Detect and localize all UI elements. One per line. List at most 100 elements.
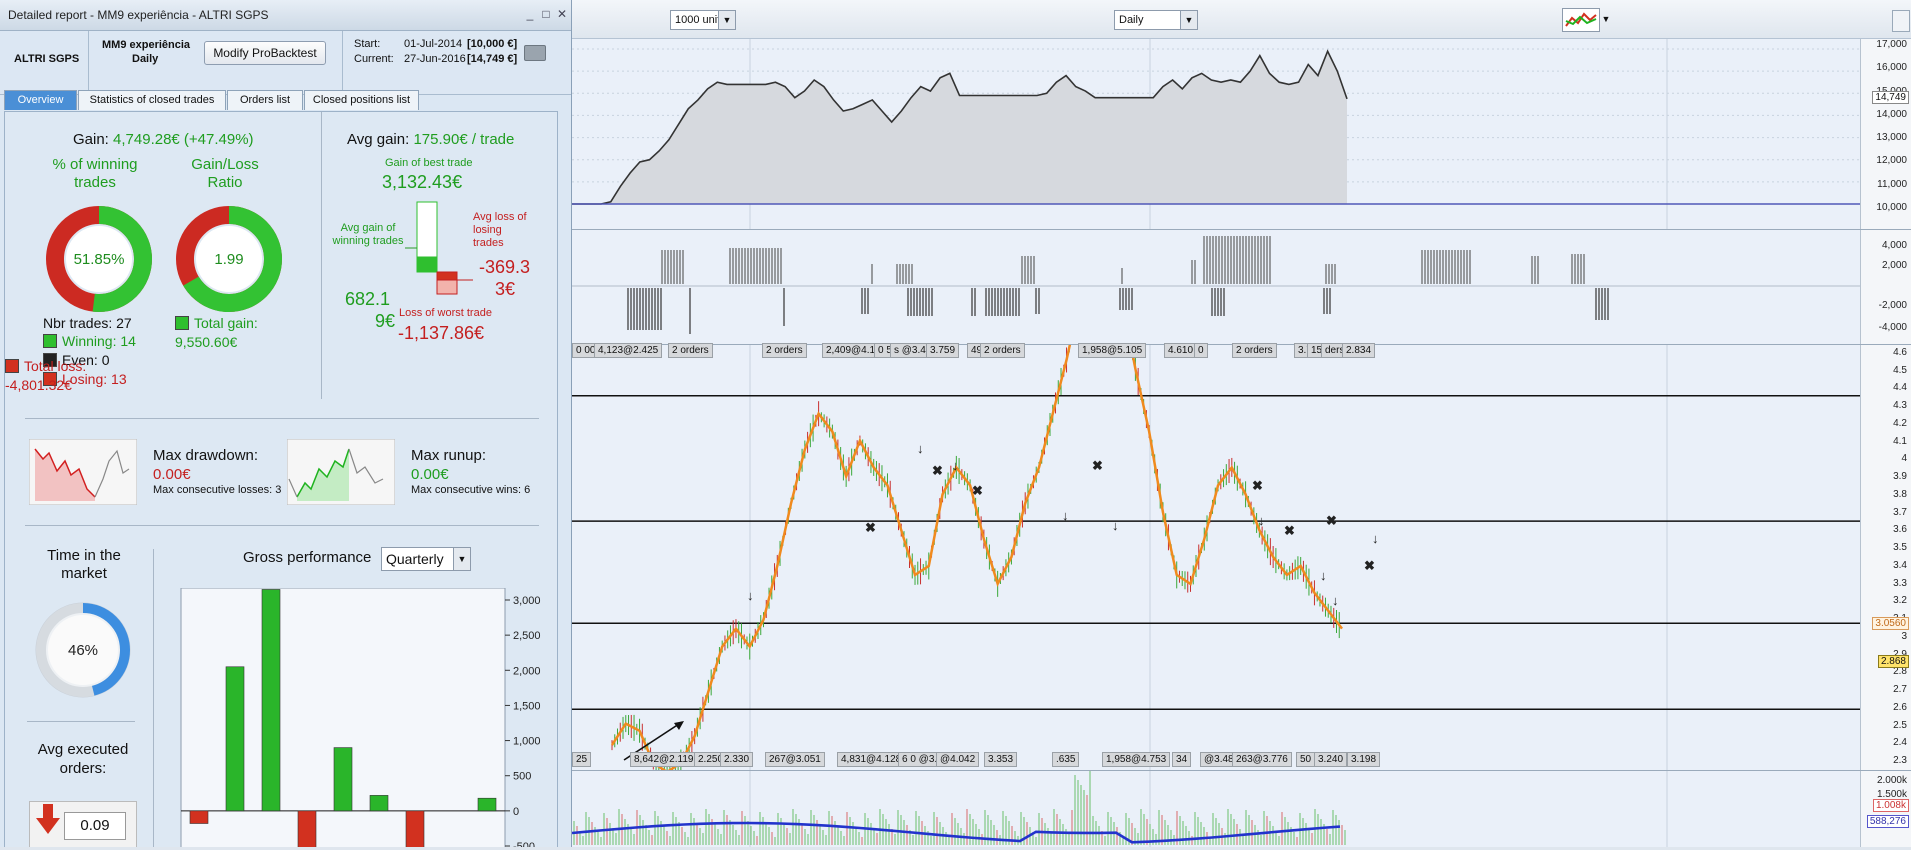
gp-tick-label: 1,500 <box>513 700 541 712</box>
equity-current-marker: 14,749 <box>1872 91 1909 104</box>
equity-tick-label: 10,000 <box>1876 202 1907 213</box>
price-axis: 4.6 4.5 4.4 4.3 4.2 4.1 4 3.9 3.8 3.7 3.6 3.5 3.4 3.3… <box>1860 345 1911 770</box>
total-loss-value: -4,801.32€ <box>5 377 72 393</box>
maximize-icon[interactable]: □ <box>540 8 552 20</box>
drawdown-sparkline <box>29 439 137 505</box>
order-label-bottom: 267@3.051 <box>765 752 825 767</box>
price-marker-last: 2.868 <box>1877 655 1909 668</box>
price-grid <box>749 345 1668 770</box>
print-icon[interactable] <box>524 45 546 61</box>
modify-probacktest-button[interactable]: Modify ProBacktest <box>204 41 326 65</box>
instrument-name: ALTRI SGPS <box>14 53 80 65</box>
price-marker-current: 3.0560 <box>1872 617 1909 630</box>
total-gain-swatch <box>175 316 189 330</box>
positions-tick-label: -2,000 <box>1878 300 1907 311</box>
max-consec-wins: Max consecutive wins: 6 <box>411 484 531 496</box>
order-exit-marker: ✖ <box>1284 523 1295 538</box>
units-select[interactable]: 1000 units ▼ <box>670 10 736 30</box>
separator-3 <box>27 721 135 722</box>
gp-bar <box>369 795 389 812</box>
worst-trade-value: -1,137.86€ <box>398 323 485 343</box>
avg-gain-value: 175.90€ / trade <box>413 131 515 148</box>
period-chevron-icon: ▼ <box>1180 11 1197 29</box>
price-tick-label: 4 <box>1901 453 1907 465</box>
period-select-main[interactable]: Daily ▼ <box>1114 10 1198 30</box>
equity-tick-label: 12,000 <box>1876 155 1907 167</box>
order-label-top: 2 orders <box>1232 343 1277 358</box>
price-tick-label: 4.2 <box>1893 417 1907 429</box>
runup-sparkline <box>287 439 395 505</box>
price-tick-label: 4.1 <box>1893 435 1907 447</box>
order-exit-marker: ✖ <box>1252 478 1263 493</box>
positions-chart <box>572 236 1861 334</box>
tab-statistics[interactable]: Statistics of closed trades <box>78 90 226 110</box>
minimize-icon[interactable]: _ <box>524 8 536 20</box>
start-row: Start: 01-Jul-2014 [10,000 €] <box>354 38 517 50</box>
total-gain-value: 9,550.60€ <box>175 334 238 350</box>
period-select[interactable]: Quarterly ▼ <box>381 547 471 571</box>
gp-tick-label: 3,000 <box>513 595 541 607</box>
order-exit-marker: ✖ <box>1092 458 1103 473</box>
avg-win-label: Avg gain of winning trades <box>332 222 404 247</box>
price-tick-label: 4.6 <box>1893 347 1907 358</box>
order-label-top: 2 orders <box>668 343 713 358</box>
positions-tick-label: 4,000 <box>1881 240 1907 251</box>
gp-bar <box>297 810 317 847</box>
price-pane: ↓ ✖ ↓ ✖ ↓ ✖ ↓ ✖ ↓ ✖ ↓ ✖ ↓ ✖ ↓ ✖ ↓ 0 00 4,123@2.425 2 order… <box>572 277 1911 783</box>
gp-bar <box>477 797 497 812</box>
price-tick-label: 4.3 <box>1893 400 1907 412</box>
order-entry-marker: ↓ <box>1332 593 1339 608</box>
tab-orders-list[interactable]: Orders list <box>227 90 303 110</box>
price-tick-label: 2.5 <box>1893 719 1907 731</box>
current-label: Current: <box>354 53 394 65</box>
price-tick-label: 3.7 <box>1893 506 1907 518</box>
indicator-chevron-icon[interactable]: ▼ <box>1600 8 1612 30</box>
price-tick-label: 3.2 <box>1893 595 1907 607</box>
price-tick-label: 2.3 <box>1893 755 1907 766</box>
price-tick-label: 2.4 <box>1893 737 1907 749</box>
order-label-top: 2 orders <box>980 343 1025 358</box>
total-gain: Total gain: 9,550.60€ <box>175 314 258 352</box>
order-exit-marker: ✖ <box>932 463 943 478</box>
order-entry-marker: ↓ <box>1112 518 1119 533</box>
chevron-down-icon: ▼ <box>453 548 470 570</box>
price-tick-label: 2.6 <box>1893 701 1907 713</box>
vertical-divider-2 <box>153 549 154 847</box>
winning-pct-title: % of winning trades <box>52 156 138 191</box>
avg-loss-value: -369.3 3€ <box>479 256 530 300</box>
best-trade-label: Gain of best trade <box>385 157 473 169</box>
winning-pct-text: 51.85% <box>74 251 125 268</box>
order-entry-marker: ↓ <box>1320 568 1327 583</box>
volume-marker-avg: 1.008k <box>1872 799 1909 812</box>
tab-overview[interactable]: Overview <box>4 90 77 110</box>
equity-axis: 17,00016,00015,00014,00013,00012,00011,0… <box>1860 39 1911 229</box>
price-tick-label: 4.5 <box>1893 364 1907 376</box>
avg-gain-label: Avg gain: <box>347 131 410 148</box>
side-panel-toggle-icon[interactable] <box>1892 10 1910 32</box>
avg-win-bar <box>416 256 438 273</box>
gross-performance-title: Gross performance <box>243 549 372 566</box>
order-label-top: 4,123@2.425 <box>594 343 663 358</box>
close-icon[interactable]: ✕ <box>556 8 568 20</box>
gross-performance-ticks: 3,000 2,500 2,000 1,500 1,000 500 0 -500 <box>505 595 541 847</box>
app-icon <box>0 7 8 19</box>
price-tick-label: 3.3 <box>1893 577 1907 589</box>
total-loss: Total loss: -4,801.32€ <box>5 357 86 395</box>
gross-performance-chart: 3,000 2,500 2,000 1,500 1,000 500 0 -500 <box>180 588 541 847</box>
time-in-market-value: 46% <box>68 642 98 659</box>
max-consec-losses: Max consecutive losses: 3 <box>153 484 282 496</box>
order-label-bottom: 263@3.776 <box>1232 752 1292 767</box>
overview-panel: Gain: 4,749.28€ (+47.49%) % of winning t… <box>4 111 558 847</box>
order-entry-marker: ↓ <box>1258 513 1265 528</box>
positions-axis: 4,000 2,000 -2,000 -4,000 <box>1860 230 1911 344</box>
start-date: 01-Jul-2014 <box>404 38 463 50</box>
total-loss-label: Total loss: <box>24 358 87 374</box>
avg-loss-value-2: 3€ <box>495 279 516 299</box>
avg-gain-line: Avg gain: 175.90€ / trade <box>347 131 514 148</box>
instrument-cell: ALTRI SGPS <box>0 31 89 94</box>
system-cell: MM9 experiência Daily Modify ProBacktest <box>88 31 343 94</box>
tab-closed-positions[interactable]: Closed positions list <box>304 90 419 110</box>
down-arrow-icon <box>36 804 60 834</box>
indicator-icon[interactable] <box>1562 8 1600 32</box>
gp-bar <box>189 810 209 824</box>
